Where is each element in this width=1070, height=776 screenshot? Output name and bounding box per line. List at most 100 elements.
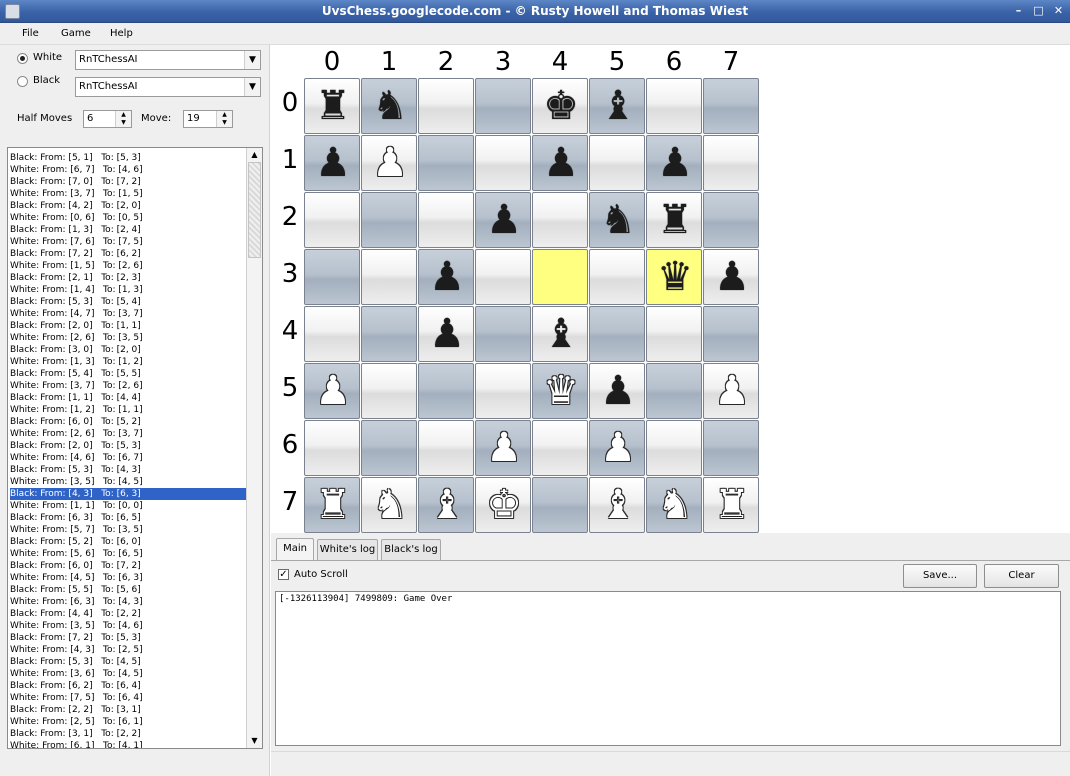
move-list-item[interactable]: Black: From: [6, 0] To: [7, 2] [10, 560, 246, 572]
board-square[interactable]: ♟ [418, 249, 474, 305]
white-pawn-icon[interactable]: ♟ [305, 364, 361, 420]
move-list-item[interactable]: Black: From: [6, 2] To: [6, 4] [10, 680, 246, 692]
board-square[interactable]: ♝ [589, 477, 645, 533]
move-list-item[interactable]: Black: From: [5, 3] To: [5, 4] [10, 296, 246, 308]
black-pawn-icon[interactable]: ♟ [704, 250, 760, 306]
half-moves-stepper[interactable]: 6 ▲ ▼ [83, 110, 132, 128]
board-square[interactable]: ♜ [304, 477, 360, 533]
board-square[interactable] [361, 363, 417, 419]
black-pawn-icon[interactable]: ♟ [419, 250, 475, 306]
white-king-icon[interactable]: ♚ [476, 478, 532, 534]
board-square[interactable]: ♟ [703, 363, 759, 419]
black-bishop-icon[interactable]: ♝ [533, 307, 589, 363]
white-pawn-icon[interactable]: ♟ [476, 421, 532, 477]
board-square[interactable] [304, 192, 360, 248]
move-list-item[interactable]: White: From: [2, 6] To: [3, 7] [10, 428, 246, 440]
board-square[interactable] [703, 420, 759, 476]
move-list-item[interactable]: White: From: [6, 7] To: [4, 6] [10, 164, 246, 176]
move-list-item[interactable]: White: From: [2, 5] To: [6, 1] [10, 716, 246, 728]
white-bishop-icon[interactable]: ♝ [590, 478, 646, 534]
maximize-icon[interactable]: □ [1030, 3, 1047, 19]
move-list-item[interactable]: Black: From: [4, 4] To: [2, 2] [10, 608, 246, 620]
board-square[interactable] [361, 420, 417, 476]
scroll-down-icon[interactable]: ▼ [247, 734, 262, 748]
move-list-item[interactable]: Black: From: [7, 2] To: [6, 2] [10, 248, 246, 260]
board-square[interactable]: ♜ [304, 78, 360, 134]
board-square[interactable] [475, 78, 531, 134]
board-square[interactable]: ♚ [532, 78, 588, 134]
move-list-item[interactable]: White: From: [5, 7] To: [3, 5] [10, 524, 246, 536]
move-list-item[interactable]: White: From: [1, 2] To: [1, 1] [10, 404, 246, 416]
save-button[interactable]: Save... [903, 564, 977, 588]
board-square[interactable]: ♞ [646, 477, 702, 533]
move-list-item[interactable]: White: From: [1, 4] To: [1, 3] [10, 284, 246, 296]
move-list-item[interactable]: Black: From: [2, 2] To: [3, 1] [10, 704, 246, 716]
board-square[interactable] [361, 249, 417, 305]
move-list-item[interactable]: Black: From: [6, 3] To: [6, 5] [10, 512, 246, 524]
move-list-item[interactable]: Black: From: [7, 2] To: [5, 3] [10, 632, 246, 644]
board-square[interactable]: ♞ [361, 78, 417, 134]
board-square[interactable]: ♟ [532, 135, 588, 191]
board-square[interactable] [703, 135, 759, 191]
white-queen-icon[interactable]: ♛ [533, 364, 589, 420]
black-bishop-icon[interactable]: ♝ [590, 79, 646, 135]
move-list-item[interactable]: White: From: [1, 1] To: [0, 0] [10, 500, 246, 512]
tab-whites-log[interactable]: White's log [317, 539, 378, 560]
board-square[interactable] [646, 78, 702, 134]
board-square[interactable]: ♟ [418, 306, 474, 362]
move-list-item[interactable]: White: From: [7, 5] To: [6, 4] [10, 692, 246, 704]
chevron-down-icon[interactable]: ▼ [244, 78, 260, 96]
tab-blacks-log[interactable]: Black's log [381, 539, 441, 560]
board-square[interactable] [304, 249, 360, 305]
move-list-item[interactable]: Black: From: [4, 2] To: [2, 0] [10, 200, 246, 212]
menu-help[interactable]: Help [110, 28, 133, 39]
board-square[interactable]: ♞ [361, 477, 417, 533]
board-square[interactable] [589, 306, 645, 362]
move-list-item[interactable]: White: From: [1, 5] To: [2, 6] [10, 260, 246, 272]
board-square[interactable] [589, 249, 645, 305]
board-square[interactable]: ♜ [646, 192, 702, 248]
board-square[interactable] [361, 306, 417, 362]
move-list-item[interactable]: Black: From: [1, 1] To: [4, 4] [10, 392, 246, 404]
white-bishop-icon[interactable]: ♝ [419, 478, 475, 534]
black-radio[interactable] [17, 76, 28, 87]
minimize-icon[interactable]: – [1010, 3, 1027, 19]
move-list-item[interactable]: White: From: [7, 6] To: [7, 5] [10, 236, 246, 248]
black-pawn-icon[interactable]: ♟ [419, 307, 475, 363]
board-square[interactable]: ♟ [589, 363, 645, 419]
black-rook-icon[interactable]: ♜ [305, 79, 361, 135]
move-list-item[interactable]: Black: From: [1, 3] To: [2, 4] [10, 224, 246, 236]
move-list-item[interactable]: White: From: [1, 3] To: [1, 2] [10, 356, 246, 368]
move-list-item[interactable]: Black: From: [7, 0] To: [7, 2] [10, 176, 246, 188]
move-list-item[interactable]: Black: From: [3, 0] To: [2, 0] [10, 344, 246, 356]
board-square[interactable]: ♚ [475, 477, 531, 533]
white-pawn-icon[interactable]: ♟ [704, 364, 760, 420]
move-list-item[interactable]: Black: From: [5, 2] To: [6, 0] [10, 536, 246, 548]
chevron-down-icon[interactable]: ▼ [244, 51, 260, 69]
scroll-up-icon[interactable]: ▲ [247, 148, 262, 162]
move-list-item[interactable]: Black: From: [6, 0] To: [5, 2] [10, 416, 246, 428]
scroll-thumb[interactable] [248, 162, 261, 258]
black-king-icon[interactable]: ♚ [533, 79, 589, 135]
white-pawn-icon[interactable]: ♟ [362, 136, 418, 192]
board-square[interactable] [475, 306, 531, 362]
move-list-item[interactable]: White: From: [4, 5] To: [6, 3] [10, 572, 246, 584]
move-list-item[interactable]: Black: From: [5, 3] To: [4, 5] [10, 656, 246, 668]
board-square[interactable]: ♞ [589, 192, 645, 248]
board-square[interactable] [532, 420, 588, 476]
white-rook-icon[interactable]: ♜ [704, 478, 760, 534]
board-square[interactable]: ♟ [475, 192, 531, 248]
board-square[interactable]: ♟ [475, 420, 531, 476]
board-square[interactable] [418, 78, 474, 134]
move-list-item[interactable]: Black: From: [3, 1] To: [2, 2] [10, 728, 246, 740]
move-list-item[interactable]: White: From: [4, 3] To: [2, 5] [10, 644, 246, 656]
board-square[interactable] [703, 192, 759, 248]
board-square[interactable] [475, 363, 531, 419]
menu-file[interactable]: File [22, 28, 39, 39]
board-square[interactable] [532, 249, 588, 305]
move-list-item[interactable]: White: From: [5, 6] To: [6, 5] [10, 548, 246, 560]
black-rook-icon[interactable]: ♜ [647, 193, 703, 249]
move-list-item[interactable]: White: From: [3, 7] To: [1, 5] [10, 188, 246, 200]
white-rook-icon[interactable]: ♜ [305, 478, 361, 534]
move-list-item[interactable]: Black: From: [4, 3] To: [6, 3] [9, 487, 247, 501]
